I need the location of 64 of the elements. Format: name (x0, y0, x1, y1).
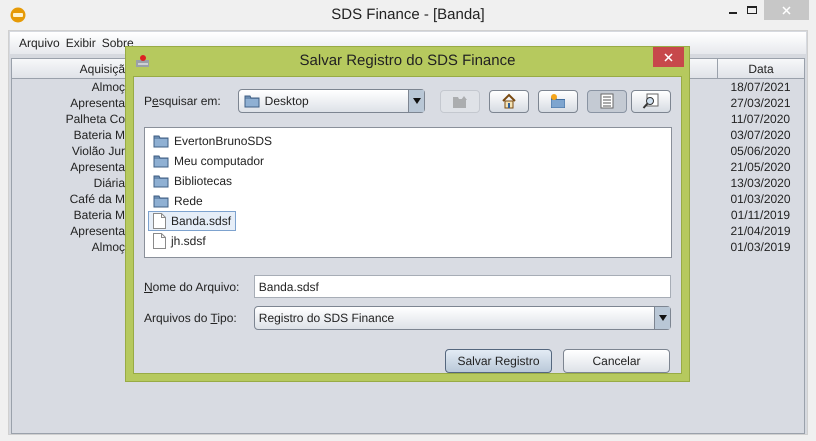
look-in-dropdown[interactable]: Desktop (238, 89, 425, 113)
close-button[interactable] (653, 47, 684, 67)
table-cell-text: 01/11/2019 (730, 207, 792, 224)
new-folder-icon (549, 92, 567, 110)
window-title: SDS Finance - [Banda] (331, 4, 485, 25)
look-in-label: Pesquisar em: (144, 94, 221, 108)
table-cell-text: Almoç (90, 239, 125, 256)
file-item[interactable]: Bibliotecas (148, 171, 238, 191)
table-cell-text: 27/03/2021 (729, 95, 792, 112)
table-cell-text: 21/04/2019 (729, 223, 792, 240)
table-cell-text: 21/05/2020 (729, 159, 792, 176)
dialog-button[interactable]: Salvar Registro (445, 349, 552, 373)
column-header: Data (717, 59, 804, 78)
menu-item[interactable]: Sobre (102, 34, 134, 52)
table-cell-text: Almoç (90, 79, 125, 96)
table-cell-text: Apresenta (69, 159, 125, 176)
minimize-icon (729, 12, 737, 14)
table-cell-text: Apresenta (69, 95, 125, 112)
table-cell-text: 18/07/2021 (729, 79, 792, 96)
table-cell-text: Bateria M (72, 127, 125, 144)
file-item[interactable]: Rede (148, 191, 208, 211)
folder-icon (244, 94, 260, 108)
table-cell-text: 13/03/2020 (729, 175, 792, 192)
table-cell-text: Café da M (68, 191, 125, 208)
maximize-icon (747, 6, 757, 14)
close-icon (782, 6, 791, 14)
dropdown-arrow-icon (658, 315, 666, 321)
dialog-button[interactable]: Cancelar (563, 349, 670, 373)
table-cell-text: 11/07/2020 (730, 111, 792, 128)
file-item[interactable]: EvertonBrunoSDS (148, 131, 278, 151)
toolbar-button[interactable] (631, 90, 671, 112)
file-name-label: Nome do Arquivo: (144, 280, 240, 294)
toolbar-button[interactable] (538, 90, 578, 112)
menu-item[interactable]: Arquivo (19, 34, 60, 52)
table-cell-text: Diária (92, 175, 125, 192)
close-icon (664, 52, 673, 62)
table-cell-text: Apresenta (69, 223, 125, 240)
file-type-dropdown[interactable]: Registro do SDS Finance (254, 306, 671, 330)
table-cell-text: 05/06/2020 (729, 143, 792, 160)
home-icon (500, 92, 518, 110)
folder-icon (153, 194, 169, 208)
document-icon (153, 233, 166, 249)
file-item[interactable]: Banda.sdsf (148, 211, 236, 231)
folder-icon (153, 174, 169, 188)
file-item[interactable]: jh.sdsf (148, 231, 211, 251)
table-cell-text: 01/03/2019 (729, 239, 792, 256)
menu-item[interactable]: Exibir (66, 34, 96, 52)
toolbar-button[interactable] (489, 90, 529, 112)
file-item[interactable]: Meu computador (148, 151, 270, 171)
folder-icon (153, 154, 169, 168)
details-view-icon (642, 92, 660, 110)
table-cell-text: Violão Jur (70, 143, 125, 160)
folder-icon (153, 134, 169, 148)
file-type-label: Arquivos do Tipo: (144, 311, 237, 325)
list-icon (598, 92, 616, 110)
file-name-field[interactable]: Banda.sdsf (254, 275, 671, 298)
dropdown-arrow-icon (412, 98, 420, 104)
table-cell-text: Bateria M (72, 207, 125, 224)
app-logo-icon (10, 7, 26, 23)
toolbar-button[interactable] (587, 90, 627, 112)
table-cell-text: 03/07/2020 (729, 127, 792, 144)
table-cell-text: Palheta Co (64, 111, 125, 128)
table-cell-text: 01/03/2020 (729, 191, 792, 208)
document-icon (153, 213, 166, 229)
